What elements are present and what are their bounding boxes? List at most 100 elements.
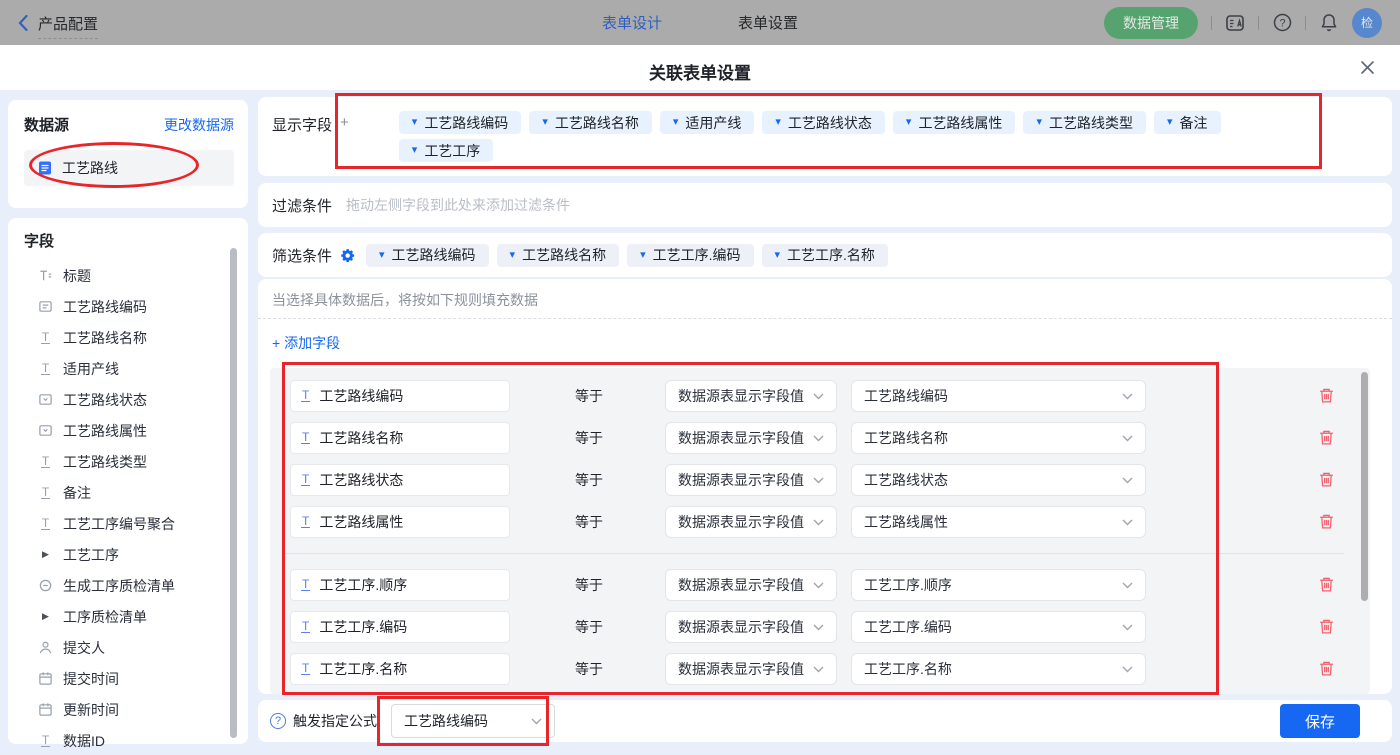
screen-tag[interactable]: ▾ 工艺工序.名称 (761, 243, 888, 267)
help-icon[interactable]: ? (270, 713, 286, 729)
source-type-select[interactable]: 数据源表显示字段值 (665, 380, 837, 412)
source-type-select[interactable]: 数据源表显示字段值 (665, 422, 837, 454)
delete-row-button[interactable] (1318, 576, 1335, 593)
field-item[interactable]: 提交时间 (8, 663, 248, 694)
tab-form-design[interactable]: 表单设计 (602, 12, 662, 33)
rule-field-box[interactable]: T 工艺工序.编码 (290, 611, 510, 643)
add-display-field-button[interactable]: + (340, 114, 349, 131)
source-type-select[interactable]: 数据源表显示字段值 (665, 464, 837, 496)
rule-field-box[interactable]: T 工艺工序.名称 (290, 653, 510, 685)
select-icon (38, 392, 53, 407)
source-field-select[interactable]: 工艺工序.名称 (851, 653, 1146, 685)
avatar[interactable]: 检 (1352, 7, 1382, 38)
translate-icon[interactable] (1225, 13, 1245, 33)
chevron-down-icon (813, 666, 824, 672)
field-item[interactable]: 提交人 (8, 632, 248, 663)
caret-down-icon: ▾ (411, 144, 418, 156)
close-icon[interactable] (1358, 58, 1376, 76)
field-item[interactable]: 工艺路线属性 (8, 415, 248, 446)
source-field-select[interactable]: 工艺路线属性 (851, 506, 1146, 538)
field-item[interactable]: T 适用产线 (8, 353, 248, 384)
save-button[interactable]: 保存 (1280, 704, 1360, 738)
source-type-select[interactable]: 数据源表显示字段值 (665, 611, 837, 643)
delete-row-button[interactable] (1318, 660, 1335, 677)
screen-tag[interactable]: ▾ 工艺工序.编码 (627, 243, 754, 267)
field-item[interactable]: 标题 (8, 260, 248, 291)
field-tag[interactable]: ▾ 工艺路线编码 (398, 111, 522, 134)
scrollbar[interactable] (230, 248, 237, 738)
field-item[interactable]: T 数据ID (8, 725, 248, 755)
text-icon: T (301, 661, 311, 675)
field-item[interactable]: 更新时间 (8, 694, 248, 725)
source-field-select[interactable]: 工艺工序.编码 (851, 611, 1146, 643)
back-label: 产品配置 (38, 13, 99, 39)
field-tag[interactable]: ▾ 适用产线 (659, 111, 755, 134)
field-item[interactable]: ▶ 工艺工序 (8, 539, 248, 570)
rule-operator: 等于 (575, 514, 603, 530)
datasource-item[interactable]: 工艺路线 (24, 150, 234, 186)
datasource-item-label: 工艺路线 (62, 160, 118, 176)
field-item[interactable]: 生成工序质检清单 (8, 570, 248, 601)
source-type-select[interactable]: 数据源表显示字段值 (665, 506, 837, 538)
rule-field-box[interactable]: T 工艺路线编码 (290, 380, 510, 412)
gear-icon[interactable] (340, 248, 355, 263)
field-item[interactable]: 工艺路线编码 (8, 291, 248, 322)
fields-panel: 字段 标题 工艺路线编码 T 工艺路线名称 T 适用产线 工艺路线状态 工艺路线属性… (8, 218, 248, 749)
rule-row: T 工艺路线名称 等于 数据源表显示字段值 工艺路线名称 (270, 422, 1370, 454)
scrollbar[interactable] (1361, 372, 1368, 601)
field-item[interactable]: 工艺路线状态 (8, 384, 248, 415)
expand-icon: ▶ (42, 611, 49, 621)
field-tag[interactable]: ▾ 工艺路线名称 (529, 111, 652, 134)
text-icon: T (40, 732, 51, 747)
delete-row-button[interactable] (1318, 471, 1335, 488)
field-tag[interactable]: ▾ 工艺路线类型 (1023, 111, 1146, 134)
toggle-icon (38, 578, 53, 593)
display-tags-row-1: ▾ 工艺路线编码 ▾ 工艺路线名称 ▾ 适用产线 ▾ 工艺路线状态 ▾ 工艺路线属性 ▾ 工… (398, 111, 1221, 134)
rule-field-box[interactable]: T 工艺路线属性 (290, 506, 510, 538)
notification-bell-icon[interactable] (1319, 13, 1339, 33)
source-type-select[interactable]: 数据源表显示字段值 (665, 653, 837, 685)
source-type-select[interactable]: 数据源表显示字段值 (665, 569, 837, 601)
filter-dropzone-placeholder[interactable]: 拖动左侧字段到此处来添加过滤条件 (346, 195, 570, 215)
caret-down-icon: ▾ (775, 116, 781, 128)
screen-tag[interactable]: ▾ 工艺路线名称 (496, 243, 620, 267)
rules-hint: 当选择具体数据后，将按如下规则填充数据 (272, 292, 538, 308)
rule-field-box[interactable]: T 工艺工序.顺序 (290, 569, 510, 601)
rule-operator: 等于 (575, 577, 603, 593)
screen-conditions-label: 筛选条件 (272, 247, 333, 265)
chevron-down-icon (813, 393, 824, 399)
delete-row-button[interactable] (1318, 429, 1335, 446)
field-tag[interactable]: ▾ 备注 (1153, 111, 1221, 134)
tab-form-settings[interactable]: 表单设置 (738, 12, 798, 33)
field-item[interactable]: T 备注 (8, 477, 248, 508)
source-field-select[interactable]: 工艺工序.顺序 (851, 569, 1146, 601)
text-icon: T (301, 388, 311, 402)
field-item[interactable]: T 工艺工序编号聚合 (8, 508, 248, 539)
field-item[interactable]: ▶ 工序质检清单 (8, 601, 248, 632)
add-field-button[interactable]: + 添加字段 (272, 333, 340, 353)
source-field-select[interactable]: 工艺路线名称 (851, 422, 1146, 454)
screen-tag[interactable]: ▾ 工艺路线编码 (366, 243, 489, 267)
datasource-title: 数据源 (24, 117, 70, 134)
field-tag[interactable]: ▾ 工艺路线状态 (762, 111, 885, 134)
delete-row-button[interactable] (1318, 513, 1335, 530)
field-tag[interactable]: ▾ 工艺路线属性 (892, 111, 1016, 134)
source-field-select[interactable]: 工艺路线状态 (851, 464, 1146, 496)
delete-row-button[interactable] (1318, 387, 1335, 404)
trigger-formula-select[interactable]: 工艺路线编码 (391, 704, 555, 738)
field-item[interactable]: T 工艺路线名称 (8, 322, 248, 353)
help-icon[interactable]: ? (1272, 13, 1292, 33)
svg-text:?: ? (1279, 18, 1285, 30)
field-tag[interactable]: ▾ 工艺工序 (398, 139, 494, 162)
field-item[interactable]: T 工艺路线类型 (8, 446, 248, 477)
change-datasource-link[interactable]: 更改数据源 (164, 115, 234, 135)
rule-field-box[interactable]: T 工艺路线状态 (290, 464, 510, 496)
delete-row-button[interactable] (1318, 618, 1335, 635)
text-icon: T (40, 453, 51, 468)
back-button[interactable]: 产品配置 (18, 13, 99, 39)
source-field-select[interactable]: 工艺路线编码 (851, 380, 1146, 412)
rule-field-box[interactable]: T 工艺路线名称 (290, 422, 510, 454)
rule-operator: 等于 (575, 430, 603, 446)
display-fields-label: 显示字段 (272, 117, 333, 134)
data-manage-button[interactable]: 数据管理 (1104, 6, 1198, 39)
